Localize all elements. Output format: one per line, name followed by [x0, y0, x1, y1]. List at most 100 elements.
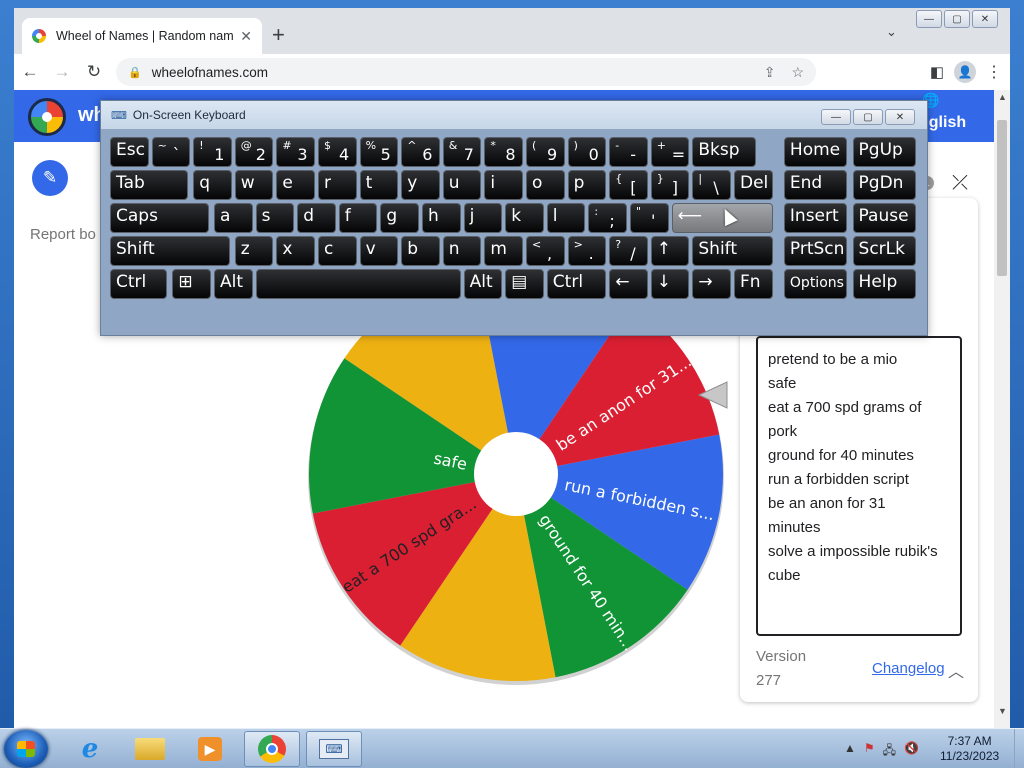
- osk-key-sym60[interactable]: ↑: [650, 236, 690, 266]
- collapse-panel-icon[interactable]: ⤫: [952, 172, 968, 195]
- back-arrow-icon[interactable]: ←: [14, 56, 46, 88]
- maximize-button[interactable]: ▢: [944, 10, 970, 28]
- action-center-flag-icon[interactable]: ⚑: [864, 741, 875, 762]
- osk-key-help[interactable]: Help: [852, 269, 917, 299]
- scroll-up-arrow-icon[interactable]: ▲: [998, 92, 1007, 102]
- osk-key-1[interactable]: ! 1: [193, 137, 232, 167]
- wheel-center-hub[interactable]: [474, 432, 558, 516]
- osk-key-sym69[interactable]: ▤: [505, 269, 544, 299]
- osk-key-alt[interactable]: Alt: [214, 269, 253, 299]
- start-button-icon[interactable]: [4, 730, 48, 768]
- osk-key-sym13[interactable]: + =: [650, 137, 690, 167]
- osk-taskbar-icon[interactable]: ⌨: [306, 731, 362, 767]
- osk-key-7[interactable]: & 7: [442, 137, 482, 167]
- clock[interactable]: 7:37 AM 11/23/2023: [940, 734, 999, 764]
- osk-key-pgdn[interactable]: PgDn: [852, 170, 917, 200]
- side-panel-icon[interactable]: ◧: [930, 63, 944, 81]
- osk-key-sym44[interactable]: :;: [588, 203, 627, 233]
- osk-key-0[interactable]: ) 0: [567, 137, 607, 167]
- osk-key-sym30[interactable]: | \: [692, 170, 731, 200]
- volume-muted-icon[interactable]: 🔇: [904, 741, 919, 762]
- osk-key-sym71[interactable]: ←: [609, 269, 648, 299]
- osk-key-d[interactable]: d: [297, 203, 336, 233]
- close-tab-icon[interactable]: ✕: [240, 28, 252, 45]
- osk-key-c[interactable]: c: [318, 236, 357, 266]
- osk-key-r[interactable]: r: [318, 170, 357, 200]
- close-window-button[interactable]: ✕: [972, 10, 998, 28]
- share-icon[interactable]: ⇪: [764, 64, 776, 81]
- file-explorer-icon[interactable]: [122, 731, 178, 767]
- osk-key-end[interactable]: End: [783, 170, 848, 200]
- osk-key-i[interactable]: i: [484, 170, 523, 200]
- osk-key-g[interactable]: g: [380, 203, 419, 233]
- entries-textbox[interactable]: pretend to be a mio safe eat a 700 spd gra…: [756, 336, 962, 636]
- minimize-button[interactable]: —: [916, 10, 942, 28]
- osk-key-u[interactable]: u: [442, 170, 482, 200]
- osk-maximize-button[interactable]: ▢: [853, 109, 883, 125]
- osk-key-tab[interactable]: Tab: [110, 170, 189, 200]
- osk-key-8[interactable]: * 8: [484, 137, 523, 167]
- osk-key-5[interactable]: % 5: [359, 137, 399, 167]
- osk-key-fn[interactable]: Fn: [734, 269, 773, 299]
- osk-key-a[interactable]: a: [214, 203, 253, 233]
- show-hidden-icons-icon[interactable]: ▲: [844, 741, 856, 762]
- osk-key-pgup[interactable]: PgUp: [852, 137, 917, 167]
- osk-key-sym1[interactable]: ~ `: [151, 137, 191, 167]
- osk-key-x[interactable]: x: [276, 236, 315, 266]
- osk-key-ctrl[interactable]: Ctrl: [110, 269, 168, 299]
- osk-key-bksp[interactable]: Bksp: [692, 137, 756, 167]
- osk-key-sym45[interactable]: " ': [630, 203, 669, 233]
- reload-icon[interactable]: ↻: [78, 56, 110, 88]
- osk-key-t[interactable]: t: [359, 170, 399, 200]
- menu-kebab-icon[interactable]: ⋮: [986, 62, 1002, 82]
- osk-key-s[interactable]: s: [255, 203, 295, 233]
- osk-key-space[interactable]: [255, 269, 461, 299]
- edit-pencil-icon[interactable]: ✎: [32, 160, 68, 196]
- network-icon[interactable]: 🖧: [883, 741, 896, 762]
- scrollbar-thumb[interactable]: [997, 120, 1007, 276]
- osk-key-2[interactable]: @2: [234, 137, 274, 167]
- osk-key-sym29[interactable]: }]: [650, 170, 690, 200]
- osk-key-sym12[interactable]: --: [609, 137, 648, 167]
- osk-titlebar[interactable]: ⌨ On-Screen Keyboard: [101, 101, 927, 129]
- osk-key-j[interactable]: j: [463, 203, 503, 233]
- osk-key-b[interactable]: b: [401, 236, 440, 266]
- new-tab-button[interactable]: +: [272, 22, 285, 48]
- osk-key-sym59[interactable]: ? /: [609, 236, 648, 266]
- osk-key-o[interactable]: o: [526, 170, 565, 200]
- osk-key-sym58[interactable]: >.: [567, 236, 607, 266]
- osk-key-k[interactable]: k: [505, 203, 544, 233]
- osk-key-q[interactable]: q: [193, 170, 232, 200]
- address-bar[interactable]: 🔒 wheelofnames.com ⇪ ☆: [116, 58, 816, 86]
- media-player-icon[interactable]: ▶: [182, 731, 238, 767]
- osk-key-pause[interactable]: Pause: [852, 203, 917, 233]
- osk-key-caps[interactable]: Caps: [110, 203, 209, 233]
- wheel-logo-icon[interactable]: [28, 98, 66, 136]
- osk-key-esc[interactable]: Esc: [110, 137, 149, 167]
- osk-key-f[interactable]: f: [338, 203, 378, 233]
- osk-key-ctrl[interactable]: Ctrl: [546, 269, 607, 299]
- osk-key-n[interactable]: n: [442, 236, 482, 266]
- osk-key-h[interactable]: h: [422, 203, 461, 233]
- osk-key-prtscn[interactable]: PrtScn: [783, 236, 848, 266]
- osk-key-shift[interactable]: Shift: [692, 236, 773, 266]
- internet-explorer-icon[interactable]: e: [62, 731, 118, 767]
- chevron-up-icon[interactable]: ︿: [948, 658, 964, 682]
- profile-avatar-icon[interactable]: 👤: [954, 61, 976, 83]
- osk-key-alt[interactable]: Alt: [463, 269, 503, 299]
- osk-minimize-button[interactable]: —: [821, 109, 851, 125]
- osk-key-w[interactable]: w: [234, 170, 274, 200]
- osk-key-sym57[interactable]: <,: [526, 236, 565, 266]
- osk-key-sym65[interactable]: ⊞: [172, 269, 211, 299]
- osk-key-insert[interactable]: Insert: [783, 203, 848, 233]
- osk-key-4[interactable]: $4: [318, 137, 357, 167]
- chrome-taskbar-icon[interactable]: [244, 731, 300, 767]
- show-desktop-button[interactable]: [1014, 729, 1024, 768]
- osk-key-options[interactable]: Options: [783, 269, 848, 299]
- osk-key-l[interactable]: l: [546, 203, 586, 233]
- osk-key-sym72[interactable]: ↓: [650, 269, 690, 299]
- forward-arrow-icon[interactable]: →: [46, 56, 78, 88]
- osk-key-shift[interactable]: Shift: [110, 236, 230, 266]
- osk-key-6[interactable]: ^ 6: [401, 137, 440, 167]
- osk-key-y[interactable]: y: [401, 170, 440, 200]
